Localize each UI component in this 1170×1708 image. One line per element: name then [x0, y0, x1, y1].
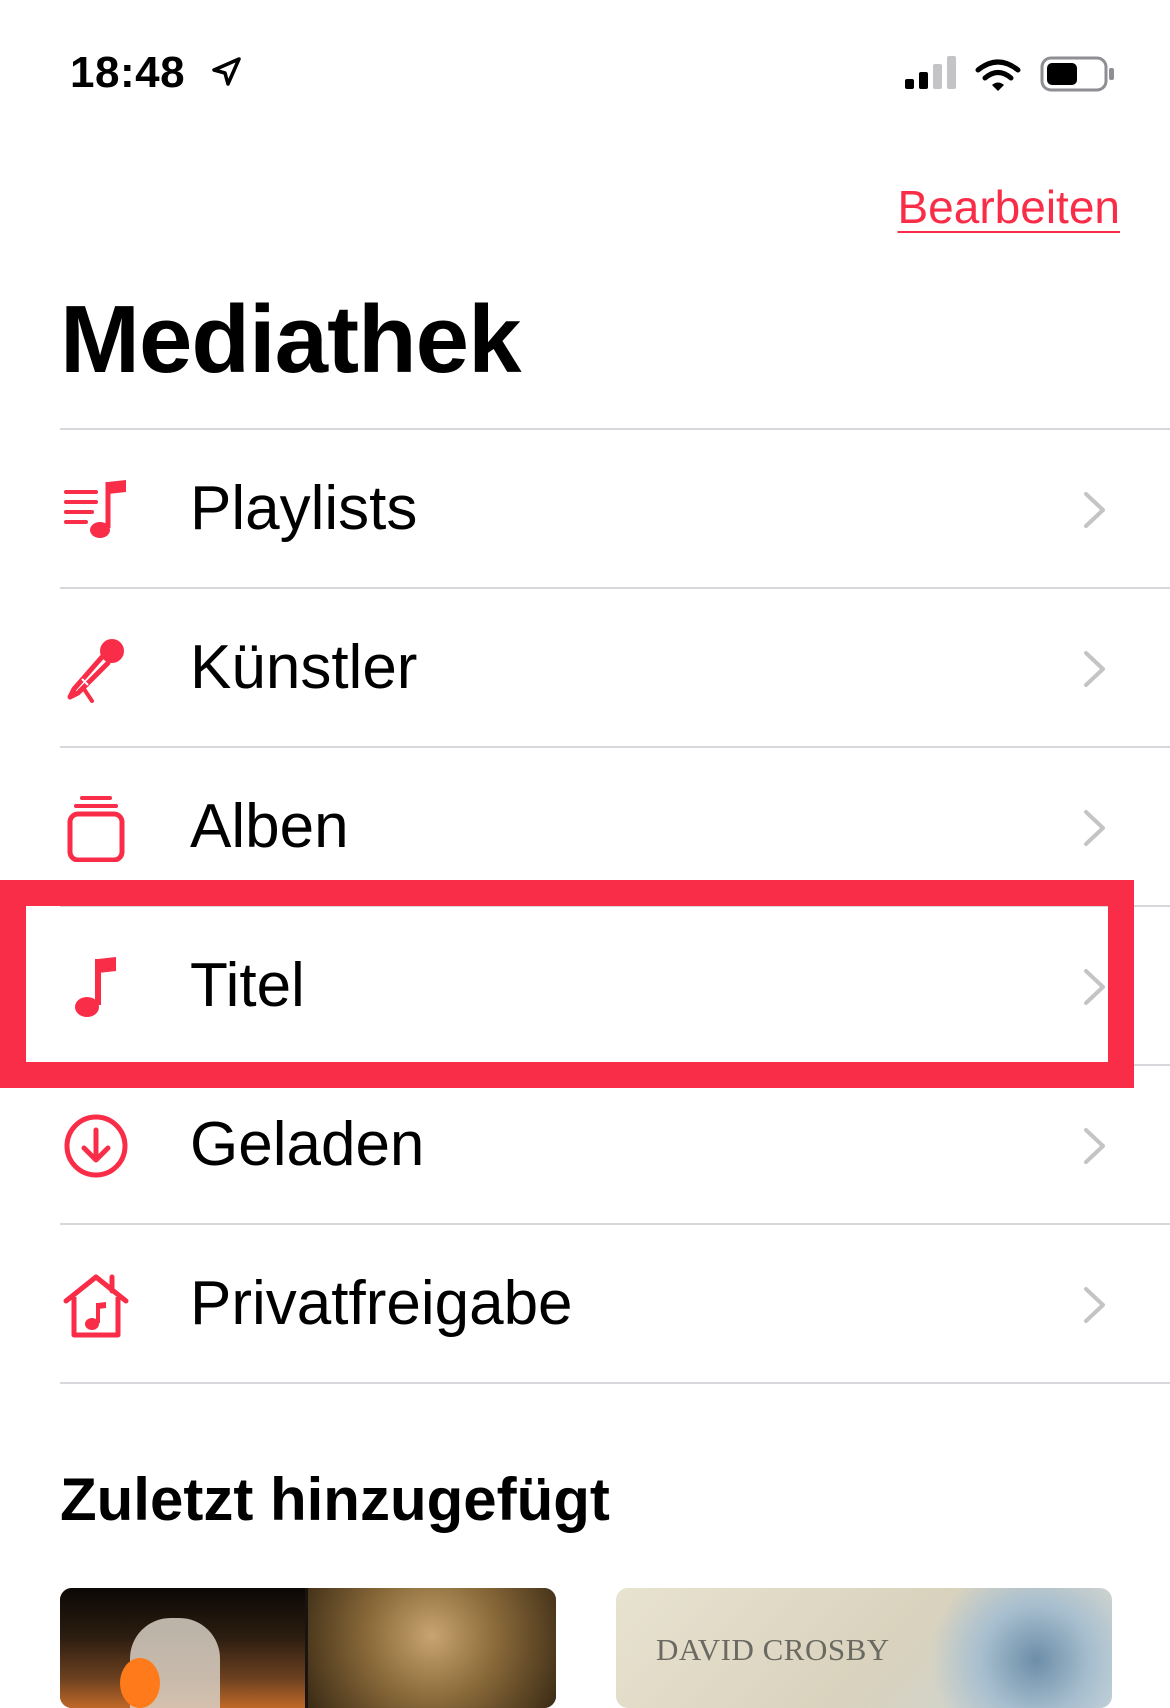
page-title: Mediathek [60, 286, 521, 393]
album-artwork-flame [120, 1658, 160, 1708]
status-bar: 18:48 [0, 0, 1170, 150]
home-music-icon [63, 1274, 129, 1338]
download-circle-icon [64, 1114, 128, 1178]
album-artwork [308, 1588, 556, 1708]
cellular-signal-icon [905, 56, 956, 89]
album-artwork-text: DAVID CROSBY [656, 1632, 890, 1667]
chevron-right-icon [1084, 969, 1105, 1005]
menu-item-home-sharing[interactable]: Privatfreigabe [60, 1225, 1170, 1382]
album-tile[interactable]: DAVID CROSBY [616, 1588, 1112, 1708]
edit-button[interactable]: Bearbeiten [898, 180, 1121, 234]
playlist-icon [64, 480, 126, 538]
album-artwork [916, 1588, 1112, 1708]
menu-item-songs[interactable]: Titel [60, 907, 1170, 1064]
library-menu: Playlists Künstler Alben Titel Geladen P… [60, 428, 1170, 1384]
battery-icon [1040, 56, 1114, 92]
menu-item-label: Privatfreigabe [190, 1269, 573, 1338]
section-title-recently-added: Zuletzt hinzugefügt [60, 1466, 610, 1533]
menu-item-artists[interactable]: Künstler [60, 589, 1170, 746]
menu-item-label: Playlists [190, 474, 418, 543]
album-stack-icon [67, 796, 125, 862]
menu-item-label: Titel [190, 951, 305, 1020]
album-tile[interactable] [60, 1588, 556, 1708]
menu-item-label: Geladen [190, 1110, 425, 1179]
microphone-icon [67, 639, 124, 703]
chevron-right-icon [1084, 1287, 1105, 1323]
wifi-icon [975, 59, 1021, 91]
chevron-right-icon [1084, 651, 1105, 687]
divider [60, 1382, 1170, 1384]
status-time: 18:48 [70, 48, 186, 97]
location-arrow-icon [212, 57, 241, 86]
chevron-right-icon [1084, 810, 1105, 846]
menu-item-label: Alben [190, 792, 349, 861]
menu-item-playlists[interactable]: Playlists [60, 430, 1170, 587]
menu-item-albums[interactable]: Alben [60, 748, 1170, 905]
music-note-icon [75, 957, 116, 1017]
chevron-right-icon [1084, 1128, 1105, 1164]
menu-item-downloaded[interactable]: Geladen [60, 1066, 1170, 1223]
chevron-right-icon [1084, 492, 1105, 528]
menu-item-label: Künstler [190, 633, 418, 702]
